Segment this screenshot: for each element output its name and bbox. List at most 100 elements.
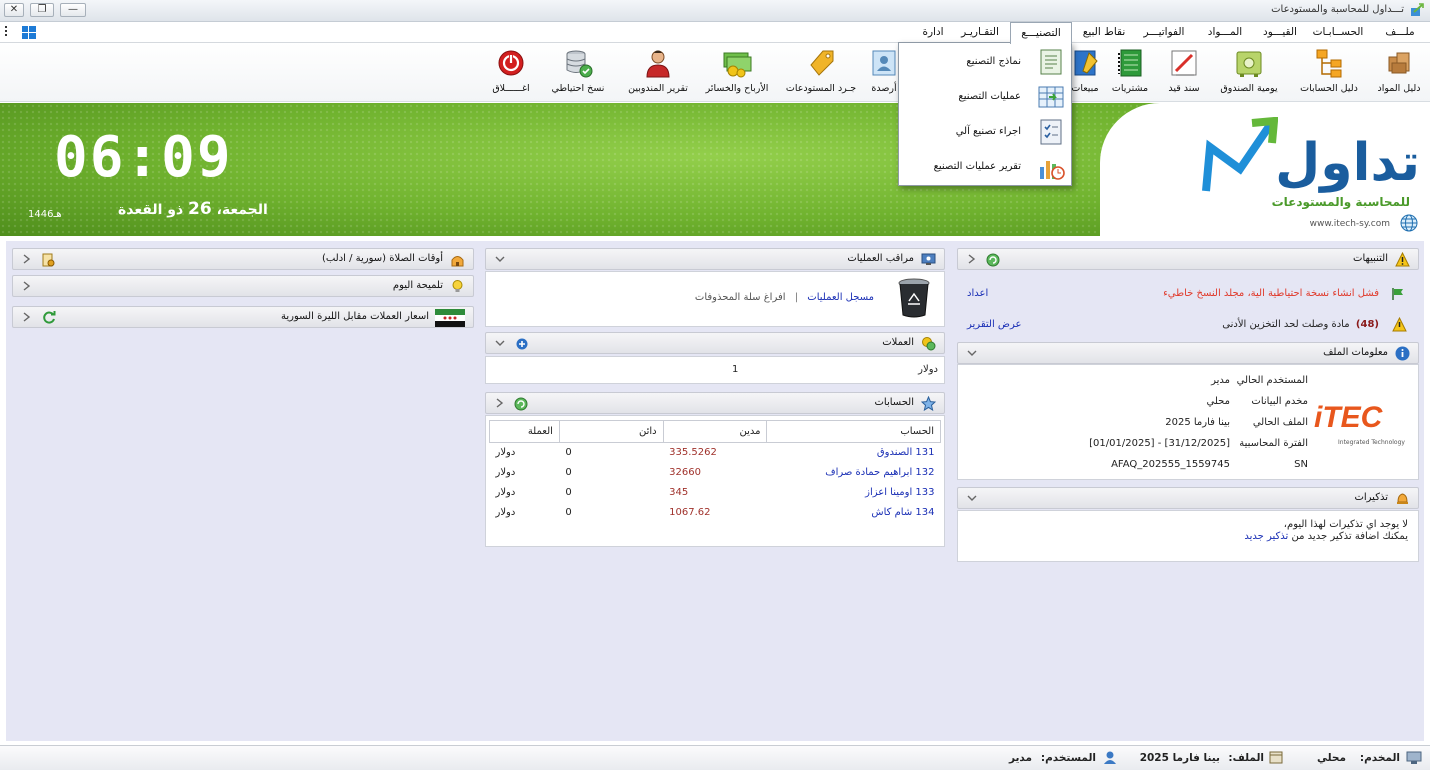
lightbulb-icon <box>452 280 463 292</box>
close-button[interactable]: ✕ <box>4 3 24 17</box>
toolbar-journal-voucher-button[interactable]: سند قيد <box>1160 45 1208 101</box>
toolbar-purchases-button[interactable]: مشتريات <box>1106 45 1154 101</box>
settings-doc-icon[interactable] <box>41 253 55 267</box>
toolbar-inventory-button[interactable]: جـرد المستودعات <box>780 45 862 101</box>
table-row[interactable]: 134 شام كاش 1067.62 0 دولار <box>490 503 941 523</box>
toolbar-label: نسخ احتياطي <box>551 83 605 94</box>
tip-of-day-header[interactable]: تلميحة اليوم <box>12 275 474 297</box>
app-icon <box>1411 3 1424 16</box>
collapse-icon[interactable] <box>966 253 978 265</box>
menu-manufacturing[interactable]: التصنيـــع <box>1010 22 1072 44</box>
prayer-times-header[interactable]: أوقات الصلاة (سورية / ادلب) <box>12 248 474 270</box>
restore-button[interactable]: ❐ <box>30 3 54 17</box>
boxes-icon <box>1388 52 1410 74</box>
toolbar-cash-journal-button[interactable]: يومية الصندوق <box>1214 45 1284 101</box>
table-row[interactable]: 131 الصندوق 335.5262 0 دولار <box>490 443 941 463</box>
toolbar-items-guide-button[interactable]: دليل المواد <box>1372 45 1426 101</box>
column-debit[interactable]: مدين <box>662 420 768 443</box>
coins-icon <box>922 337 936 351</box>
refresh-icon[interactable] <box>986 253 1000 267</box>
file-info-header[interactable]: معلومات الملف <box>957 342 1419 364</box>
current-user-value: مدير <box>1211 375 1230 386</box>
menu-item-manufacturing-operations[interactable]: عمليات التصنيع <box>899 80 1071 114</box>
collapse-icon[interactable] <box>21 311 33 323</box>
banner: 06:09 الجمعة، 26 ذو القعدة 1446هـ تداول … <box>0 103 1430 236</box>
toolbar-balances-button[interactable]: أرصدة <box>866 45 902 101</box>
logo-panel: تداول للمحاسبة والمستودعات www.itech-sy.… <box>1100 103 1430 236</box>
alert-setup-link[interactable]: اعداد <box>967 288 988 299</box>
toolbar-profit-loss-button[interactable]: الأرباح والخسائر <box>700 45 774 101</box>
account-cell[interactable]: 133 اومينا اعزاز <box>767 483 941 503</box>
add-currency-icon[interactable] <box>516 338 528 350</box>
refresh-icon[interactable] <box>514 397 528 411</box>
toolbar-label: الأرباح والخسائر <box>705 83 769 94</box>
toolbar-representatives-report-button[interactable]: تقرير المندوبين <box>622 45 694 101</box>
menu-accounts[interactable]: الحســابـات <box>1303 22 1373 43</box>
file-info-body: iTEC Integrated Technology المستخدم الحا… <box>957 364 1419 480</box>
more-options-icon[interactable] <box>5 26 8 38</box>
data-server-value: محلي <box>1206 396 1230 407</box>
account-cell[interactable]: 132 ابراهيم حمادة صراف <box>767 463 941 483</box>
menu-pos[interactable]: نقاط البيع <box>1076 22 1132 43</box>
account-cell[interactable]: 134 شام كاش <box>767 503 941 523</box>
globe-icon[interactable] <box>1400 214 1418 232</box>
menu-reports[interactable]: التقـاريـر <box>952 22 1008 43</box>
file-icon <box>1269 751 1283 764</box>
new-reminder-link[interactable]: تذكير جديد <box>1244 531 1288 542</box>
account-cell[interactable]: 131 الصندوق <box>767 443 941 463</box>
menu-entries[interactable]: القيـــود <box>1258 22 1302 43</box>
recycle-bin-icon[interactable] <box>896 277 932 319</box>
collapse-icon[interactable] <box>966 492 978 504</box>
empty-trash-link[interactable]: افراغ سلة المحذوفات <box>695 292 786 303</box>
alert-backup-failed: فشل انشاء نسخة احتياطية الية، مجلد النسخ… <box>1163 288 1379 299</box>
journal-pen-icon <box>1171 50 1197 76</box>
menu-admin[interactable]: ادارة <box>916 22 950 43</box>
month-name: ذو القعدة <box>118 202 184 218</box>
collapse-icon[interactable] <box>966 347 978 359</box>
accounts-table: الحساب مدين دائن العملة 131 الصندوق 335.… <box>489 420 941 523</box>
column-account[interactable]: الحساب <box>766 420 941 443</box>
column-credit[interactable]: دائن <box>558 420 664 443</box>
collapse-icon[interactable] <box>494 337 506 349</box>
operations-body: مسجل العمليات | افراغ سلة المحذوفات <box>485 271 945 327</box>
column-currency[interactable]: العملة <box>489 420 560 443</box>
alert-min-stock: (48) مادة وصلت لحد التخزين الأدنى <box>1222 319 1379 330</box>
collapse-icon[interactable] <box>21 253 33 265</box>
currency-rate: 1 <box>732 364 739 375</box>
menu-invoices[interactable]: الفواتيـــر <box>1134 22 1194 43</box>
website-url[interactable]: www.itech-sy.com <box>1310 219 1390 229</box>
operations-header[interactable]: مراقب العمليات <box>485 248 945 270</box>
table-row[interactable]: 133 اومينا اعزاز 345 0 دولار <box>490 483 941 503</box>
database-backup-icon <box>566 50 593 78</box>
alerts-header[interactable]: التنبيهات <box>957 248 1419 270</box>
collapse-icon[interactable] <box>21 280 33 292</box>
reminders-header[interactable]: تذكيرات <box>957 487 1419 509</box>
currencies-header[interactable]: العملات <box>485 332 945 354</box>
menu-item-manufacturing-forms[interactable]: نماذج التصنيع <box>899 45 1071 79</box>
windows-icon[interactable] <box>22 26 36 39</box>
table-header-row: الحساب مدين دائن العملة <box>489 420 941 443</box>
refresh-icon[interactable] <box>43 311 56 324</box>
table-row[interactable]: 132 ابراهيم حمادة صراف 32660 0 دولار <box>490 463 941 483</box>
toolbar-accounts-guide-button[interactable]: دليل الحسابات <box>1294 45 1364 101</box>
money-icon <box>723 52 752 78</box>
toolbar-label: أرصدة <box>871 83 897 94</box>
toolbar-backup-button[interactable]: نسخ احتياطي <box>544 45 612 101</box>
menu-item-auto-manufacturing[interactable]: اجراء تصنيع آلي <box>899 115 1071 149</box>
collapse-icon[interactable] <box>494 397 506 409</box>
collapse-icon[interactable] <box>494 253 506 265</box>
menu-file[interactable]: ملـــف <box>1376 22 1424 43</box>
menu-item-manufacturing-report[interactable]: تقرير عمليات التصنيع <box>899 150 1071 184</box>
itec-logo: iTEC Integrated Technology <box>1314 401 1405 446</box>
day-number: 26 <box>188 199 212 219</box>
exchange-rates-header[interactable]: اسعار العملات مقابل الليرة السورية <box>12 306 474 328</box>
view-report-link[interactable]: عرض التقرير <box>967 319 1021 330</box>
operations-log-link[interactable]: مسجل العمليات <box>807 292 874 303</box>
toolbar-close-app-button[interactable]: اغــــــلاق <box>484 45 538 101</box>
clock-display: 06:09 <box>54 125 233 190</box>
minimize-button[interactable]: — <box>60 3 86 17</box>
no-reminders-text: لا يوجد اي تذكيرات لهذا اليوم، <box>1283 519 1408 530</box>
minimize-icon: — <box>68 4 78 15</box>
accounts-header[interactable]: الحسابات <box>485 392 945 414</box>
menu-items[interactable]: المـــواد <box>1196 22 1254 43</box>
